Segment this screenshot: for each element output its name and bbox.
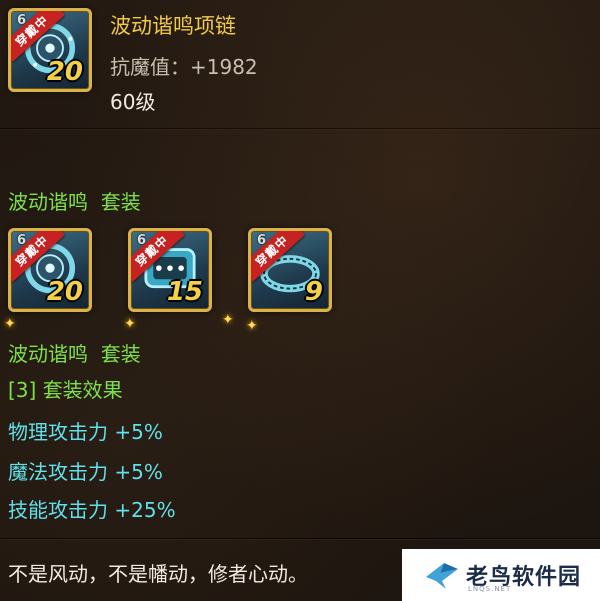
item-enhance-level: 20 <box>46 57 83 87</box>
item-enhance-level: 9 <box>304 277 323 307</box>
set-name: 波动谐鸣 套装 <box>8 342 141 366</box>
set-effect-line: 魔法攻击力 +5% <box>8 460 163 484</box>
set-effect-line: 物理攻击力 +5% <box>8 420 163 444</box>
watermark: 老鸟软件园 LNQS.NET <box>402 549 600 601</box>
flavor-text: 不是风动，不是幡动，修者心动。 <box>8 562 308 586</box>
set-effect-title: [3] 套装效果 <box>8 378 123 402</box>
sparkle-icon: ✦ <box>222 312 234 328</box>
item-name: 波动谐鸣项链 <box>110 14 236 38</box>
sparkle-icon: ✦ <box>4 316 16 332</box>
set-effect-line: 技能攻击力 +25% <box>8 498 176 522</box>
bird-logo-icon <box>426 563 458 589</box>
set-piece-bracelet[interactable]: 6 穿戴中 15 <box>128 228 212 312</box>
resist-value: +1982 <box>190 55 258 79</box>
set-title: 波动谐鸣 套装 <box>8 190 141 214</box>
resist-label: 抗魔值： <box>110 55 190 79</box>
item-enhance-level: 15 <box>166 277 203 307</box>
item-level: 60级 <box>110 90 156 114</box>
sparkle-icon: ✦ <box>124 316 136 332</box>
sparkle-icon: ✦ <box>246 318 258 334</box>
section-divider <box>0 538 600 539</box>
watermark-sub: LNQS.NET <box>468 585 512 593</box>
set-piece-ring[interactable]: 6 穿戴中 9 <box>248 228 332 312</box>
item-enhance-level: 20 <box>46 277 83 307</box>
resist-stat: 抗魔值：+1982 <box>110 51 258 80</box>
set-piece-necklace[interactable]: 6 穿戴中 20 <box>8 228 92 312</box>
section-divider <box>0 128 600 129</box>
item-icon-necklace[interactable]: 6 穿戴中 20 <box>8 8 92 92</box>
